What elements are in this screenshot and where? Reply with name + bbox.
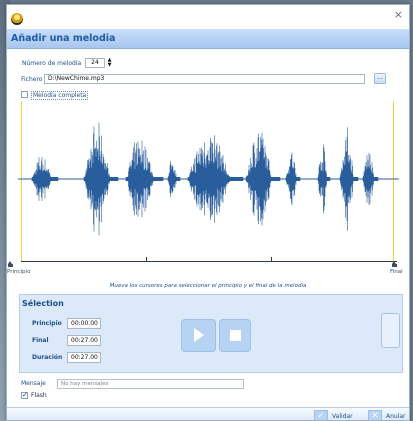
message-label: Mensaje xyxy=(21,380,46,387)
play-icon xyxy=(194,328,204,342)
selection-start-label: Principio xyxy=(32,320,62,327)
selection-end-input[interactable]: 00:27.00 xyxy=(67,335,101,346)
dialog-header: Añadir una melodia xyxy=(7,29,409,49)
waveform xyxy=(18,122,399,236)
stop-button[interactable] xyxy=(219,319,251,352)
cancel-button[interactable]: ✕ Anular xyxy=(368,410,406,420)
dialog-window: × Añadir una melodia Número de melodía 2… xyxy=(6,4,410,421)
stop-icon xyxy=(230,330,241,341)
melody-number-stepper[interactable]: ▲ ▼ xyxy=(106,58,113,68)
waveform-signal xyxy=(31,122,379,236)
melody-number-input[interactable]: 24 xyxy=(85,58,105,68)
flash-label: Flash xyxy=(31,392,47,399)
check-icon: ✓ xyxy=(314,410,328,420)
selection-end-label: Final xyxy=(32,337,49,344)
cursor-hint: Mueva los cursores para seleccionar el p… xyxy=(109,283,307,289)
end-marker-label: Final xyxy=(390,269,403,275)
waveform-area[interactable] xyxy=(18,101,399,257)
x-icon: ✕ xyxy=(368,410,382,420)
side-panel-box xyxy=(381,313,400,348)
selection-duration-input[interactable]: 00:27.00 xyxy=(67,352,101,363)
dialog-title: Añadir una melodia xyxy=(11,33,116,44)
full-melody-checkbox[interactable] xyxy=(21,91,28,98)
timeline-tick xyxy=(271,257,272,262)
validate-label: Validar xyxy=(332,412,353,420)
browse-button[interactable]: ... xyxy=(374,73,386,84)
timeline-axis xyxy=(21,261,397,262)
selection-start-input[interactable]: 00:00.00 xyxy=(67,318,101,329)
file-path-input[interactable]: D:\NewChime.mp3 xyxy=(44,74,365,84)
selection-duration-label: Duración xyxy=(32,354,63,361)
selection-title: Sélection xyxy=(22,299,64,308)
close-icon[interactable]: × xyxy=(394,8,403,21)
melody-number-label: Número de melodía xyxy=(22,60,82,67)
titlebar: × xyxy=(7,5,409,31)
play-button[interactable] xyxy=(181,319,216,352)
file-label: Fichero xyxy=(21,76,43,83)
start-marker-label: Principio xyxy=(7,269,31,275)
dialog-footer: ✓ Validar ✕ Anular xyxy=(7,407,409,420)
app-logo-icon xyxy=(11,13,23,25)
spin-down-icon[interactable]: ▼ xyxy=(106,63,113,68)
validate-button[interactable]: ✓ Validar xyxy=(314,410,353,420)
timeline-tick xyxy=(146,257,147,262)
full-melody-label: Melodía completa xyxy=(31,91,89,100)
start-marker[interactable] xyxy=(8,261,13,268)
end-marker[interactable] xyxy=(392,261,397,268)
selection-panel: Sélection Principio 00:00.00 Final 00:27… xyxy=(19,294,403,373)
message-field[interactable]: No hay mensajes xyxy=(57,379,244,389)
flash-checkbox[interactable] xyxy=(21,391,28,399)
cancel-label: Anular xyxy=(386,412,406,420)
